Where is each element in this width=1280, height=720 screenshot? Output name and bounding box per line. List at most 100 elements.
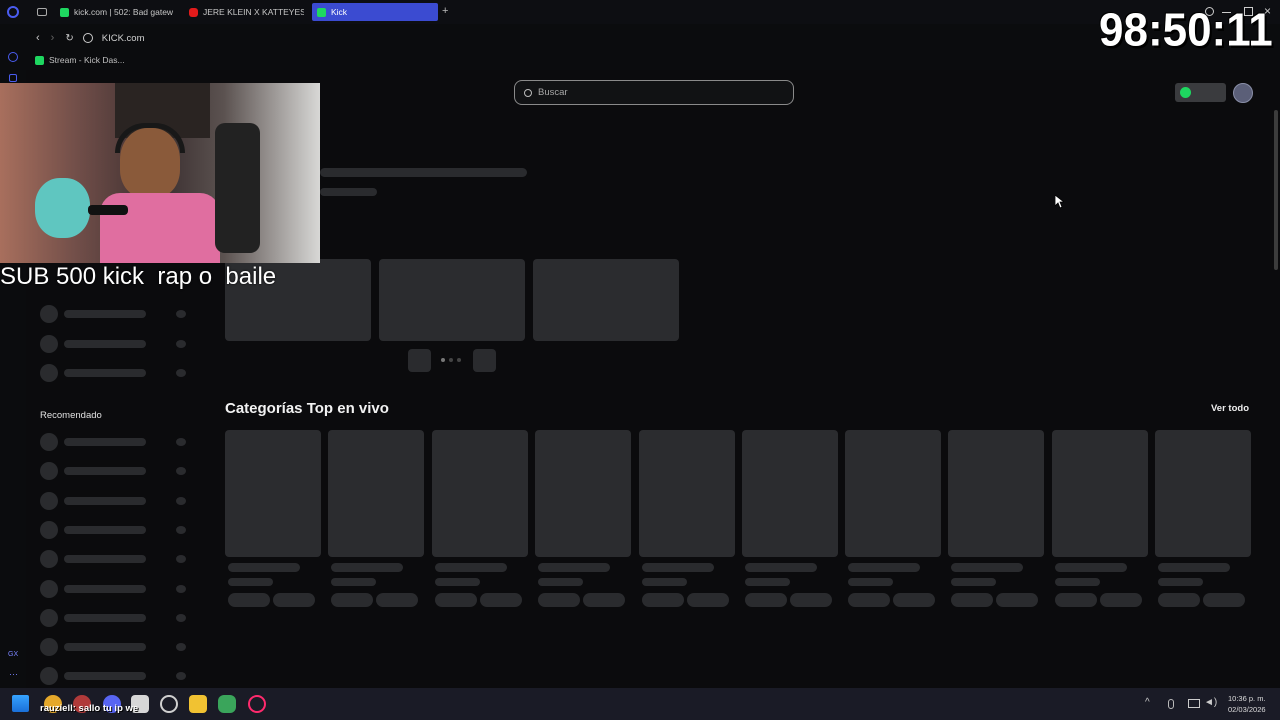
skeleton-tag [951, 593, 993, 607]
stream-timer: 98:50:11 [1099, 4, 1273, 57]
skeleton-category-name [228, 563, 300, 572]
search-placeholder: Buscar [538, 87, 568, 98]
carousel-card[interactable] [379, 259, 525, 341]
skeleton-tag [1203, 593, 1245, 607]
workspaces-icon[interactable] [37, 8, 47, 16]
scrollbar[interactable] [1274, 110, 1278, 270]
skeleton-category-name [1158, 563, 1230, 572]
skeleton-category-name [435, 563, 507, 572]
skeleton-tag [435, 593, 477, 607]
windows-start-icon[interactable] [12, 695, 29, 712]
skeleton-viewers [176, 672, 186, 680]
network-icon[interactable] [1188, 699, 1200, 708]
skeleton-viewer-count [745, 578, 790, 586]
gx-icon[interactable]: GX [8, 651, 18, 658]
category-card[interactable] [1052, 430, 1148, 557]
category-card[interactable] [225, 430, 321, 557]
carousel-dots [441, 358, 463, 362]
skeleton-tag [538, 593, 580, 607]
skeleton-viewers [176, 497, 186, 505]
gamepad-icon[interactable] [218, 695, 236, 713]
category-card[interactable] [432, 430, 528, 557]
skeleton-avatar [40, 521, 58, 539]
chrome-icon[interactable] [160, 695, 178, 713]
skeleton-avatar [40, 364, 58, 382]
avatar[interactable] [1233, 83, 1253, 103]
skeleton-viewer-count [331, 578, 376, 586]
webcam-overlay [0, 83, 320, 263]
opera-logo-icon[interactable] [7, 6, 19, 18]
skeleton-tag [1055, 593, 1097, 607]
volume-icon[interactable]: ◄) [1204, 697, 1217, 708]
skeleton-tag [228, 593, 270, 607]
plush-toy [35, 178, 90, 238]
category-card[interactable] [845, 430, 941, 557]
section-recommended: Recomendado [40, 410, 102, 421]
back-icon[interactable]: ‹ [36, 32, 40, 44]
skeleton-tag [273, 593, 315, 607]
mouse-cursor-icon [1055, 195, 1064, 209]
more-icon[interactable]: ··· [9, 669, 18, 679]
bookmarks-bar: Stream - Kick Das... [26, 52, 125, 68]
forward-icon[interactable]: › [51, 32, 55, 44]
carousel-prev-button[interactable] [408, 349, 431, 372]
category-card[interactable] [948, 430, 1044, 557]
chat-message: rauziell: sallo tu ip we [40, 703, 139, 714]
microphone-icon[interactable] [1168, 699, 1174, 709]
skeleton-channel-name [64, 585, 146, 593]
extension-icon[interactable] [9, 74, 17, 82]
skeleton-category-name [538, 563, 610, 572]
skeleton-channel-name [64, 340, 146, 348]
tab-youtube[interactable]: JERE KLEIN X KATTEYES [189, 3, 304, 21]
bookmark-stream[interactable]: Stream - Kick Das... [49, 55, 125, 65]
skeleton-category-name [331, 563, 403, 572]
skeleton-channel-name [64, 467, 146, 475]
skeleton-avatar [40, 462, 58, 480]
skeleton-tag [1100, 593, 1142, 607]
opera-gx-icon[interactable] [248, 695, 266, 713]
url-field[interactable]: KICK.com [102, 33, 145, 44]
clock-time[interactable]: 10:36 p. m. [1228, 694, 1266, 703]
skeleton-avatar [40, 609, 58, 627]
tray-chevron-icon[interactable]: ^ [1145, 697, 1150, 708]
view-all-link[interactable]: Ver todo [1211, 403, 1249, 414]
stream-caption: SUB 500 kick rap o baile [0, 263, 277, 290]
youtube-icon [189, 7, 198, 17]
new-tab-button[interactable]: + [442, 5, 448, 17]
skeleton-avatar [40, 667, 58, 685]
skeleton-channel-name [64, 555, 146, 563]
skeleton-category-name [745, 563, 817, 572]
category-card[interactable] [1155, 430, 1251, 557]
category-card[interactable] [328, 430, 424, 557]
tab-kick-502[interactable]: kick.com | 502: Bad gatew [60, 3, 175, 21]
clock-date[interactable]: 02/03/2026 [1228, 705, 1266, 714]
browser-tab-bar: kick.com | 502: Bad gatew JERE KLEIN X K… [0, 0, 1280, 24]
kick-icon [35, 55, 44, 65]
file-explorer-icon[interactable] [189, 695, 207, 713]
kick-icon [317, 7, 326, 17]
search-input[interactable]: Buscar [514, 80, 794, 105]
skeleton-viewers [176, 526, 186, 534]
category-card[interactable] [742, 430, 838, 557]
skeleton-viewer-count [228, 578, 273, 586]
skeleton-viewer-count [1055, 578, 1100, 586]
skeleton-title [320, 168, 527, 177]
reload-icon[interactable]: ↻ [65, 33, 73, 44]
kick-icon [60, 7, 69, 17]
category-card[interactable] [535, 430, 631, 557]
address-bar: ‹ › ↻ KICK.com [26, 28, 1280, 48]
skeleton-viewer-count [848, 578, 893, 586]
tab-kick[interactable]: Kick [312, 3, 438, 21]
skeleton-tag [480, 593, 522, 607]
skeleton-avatar [40, 492, 58, 510]
skeleton-category-name [642, 563, 714, 572]
microphone [88, 205, 128, 215]
skeleton-viewers [176, 438, 186, 446]
kick-points-button[interactable] [1175, 83, 1226, 102]
category-card[interactable] [639, 430, 735, 557]
history-icon[interactable] [8, 52, 18, 62]
skeleton-viewers [176, 369, 186, 377]
carousel-card[interactable] [533, 259, 679, 341]
carousel-next-button[interactable] [473, 349, 496, 372]
skeleton-viewer-count [951, 578, 996, 586]
